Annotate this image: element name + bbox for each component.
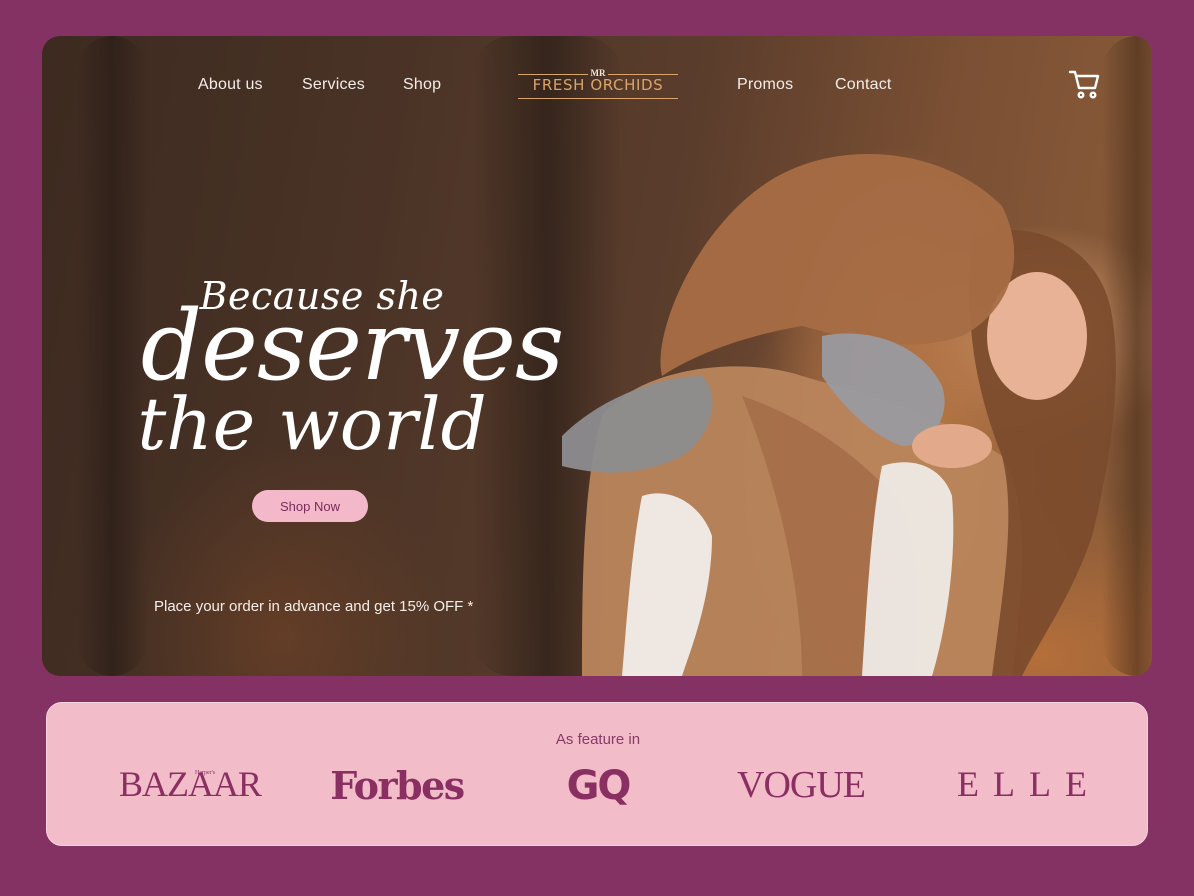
brand-logo-bazaar: BAZAAR <box>119 764 262 804</box>
promo-text: Place your order in advance and get 15% … <box>154 598 474 615</box>
hero-section: About us Services Shop MR FRESH ORCHIDS … <box>42 36 1152 676</box>
brand-logo-bazaar-tag: Harper's <box>195 770 216 776</box>
logo-rule <box>518 98 678 99</box>
brand-logo-elle: ELLE <box>957 764 1101 804</box>
hero-headline-line2: deserves <box>140 290 565 402</box>
nav-link-about-us[interactable]: About us <box>198 76 263 94</box>
logo-name: FRESH ORCHIDS <box>532 76 664 94</box>
cart-icon[interactable] <box>1068 68 1102 102</box>
brand-logo-vogue: VOGUE <box>737 764 866 806</box>
logo-rule <box>518 74 588 75</box>
brand-logo[interactable]: MR FRESH ORCHIDS <box>518 68 678 100</box>
hero-headline-line3: the world <box>137 382 487 466</box>
nav-link-shop[interactable]: Shop <box>403 76 441 94</box>
nav-link-contact[interactable]: Contact <box>835 76 892 94</box>
nav-link-promos[interactable]: Promos <box>737 76 793 94</box>
brand-logo-gq: GQ <box>566 763 632 809</box>
shop-now-button[interactable]: Shop Now <box>252 490 368 522</box>
featured-in-panel: As feature in BAZAAR Harper's Forbes GQ … <box>46 702 1148 846</box>
brand-logo-forbes: Forbes <box>330 763 465 808</box>
featured-title: As feature in <box>555 731 641 748</box>
logo-rule <box>608 74 678 75</box>
nav-link-services[interactable]: Services <box>302 76 365 94</box>
